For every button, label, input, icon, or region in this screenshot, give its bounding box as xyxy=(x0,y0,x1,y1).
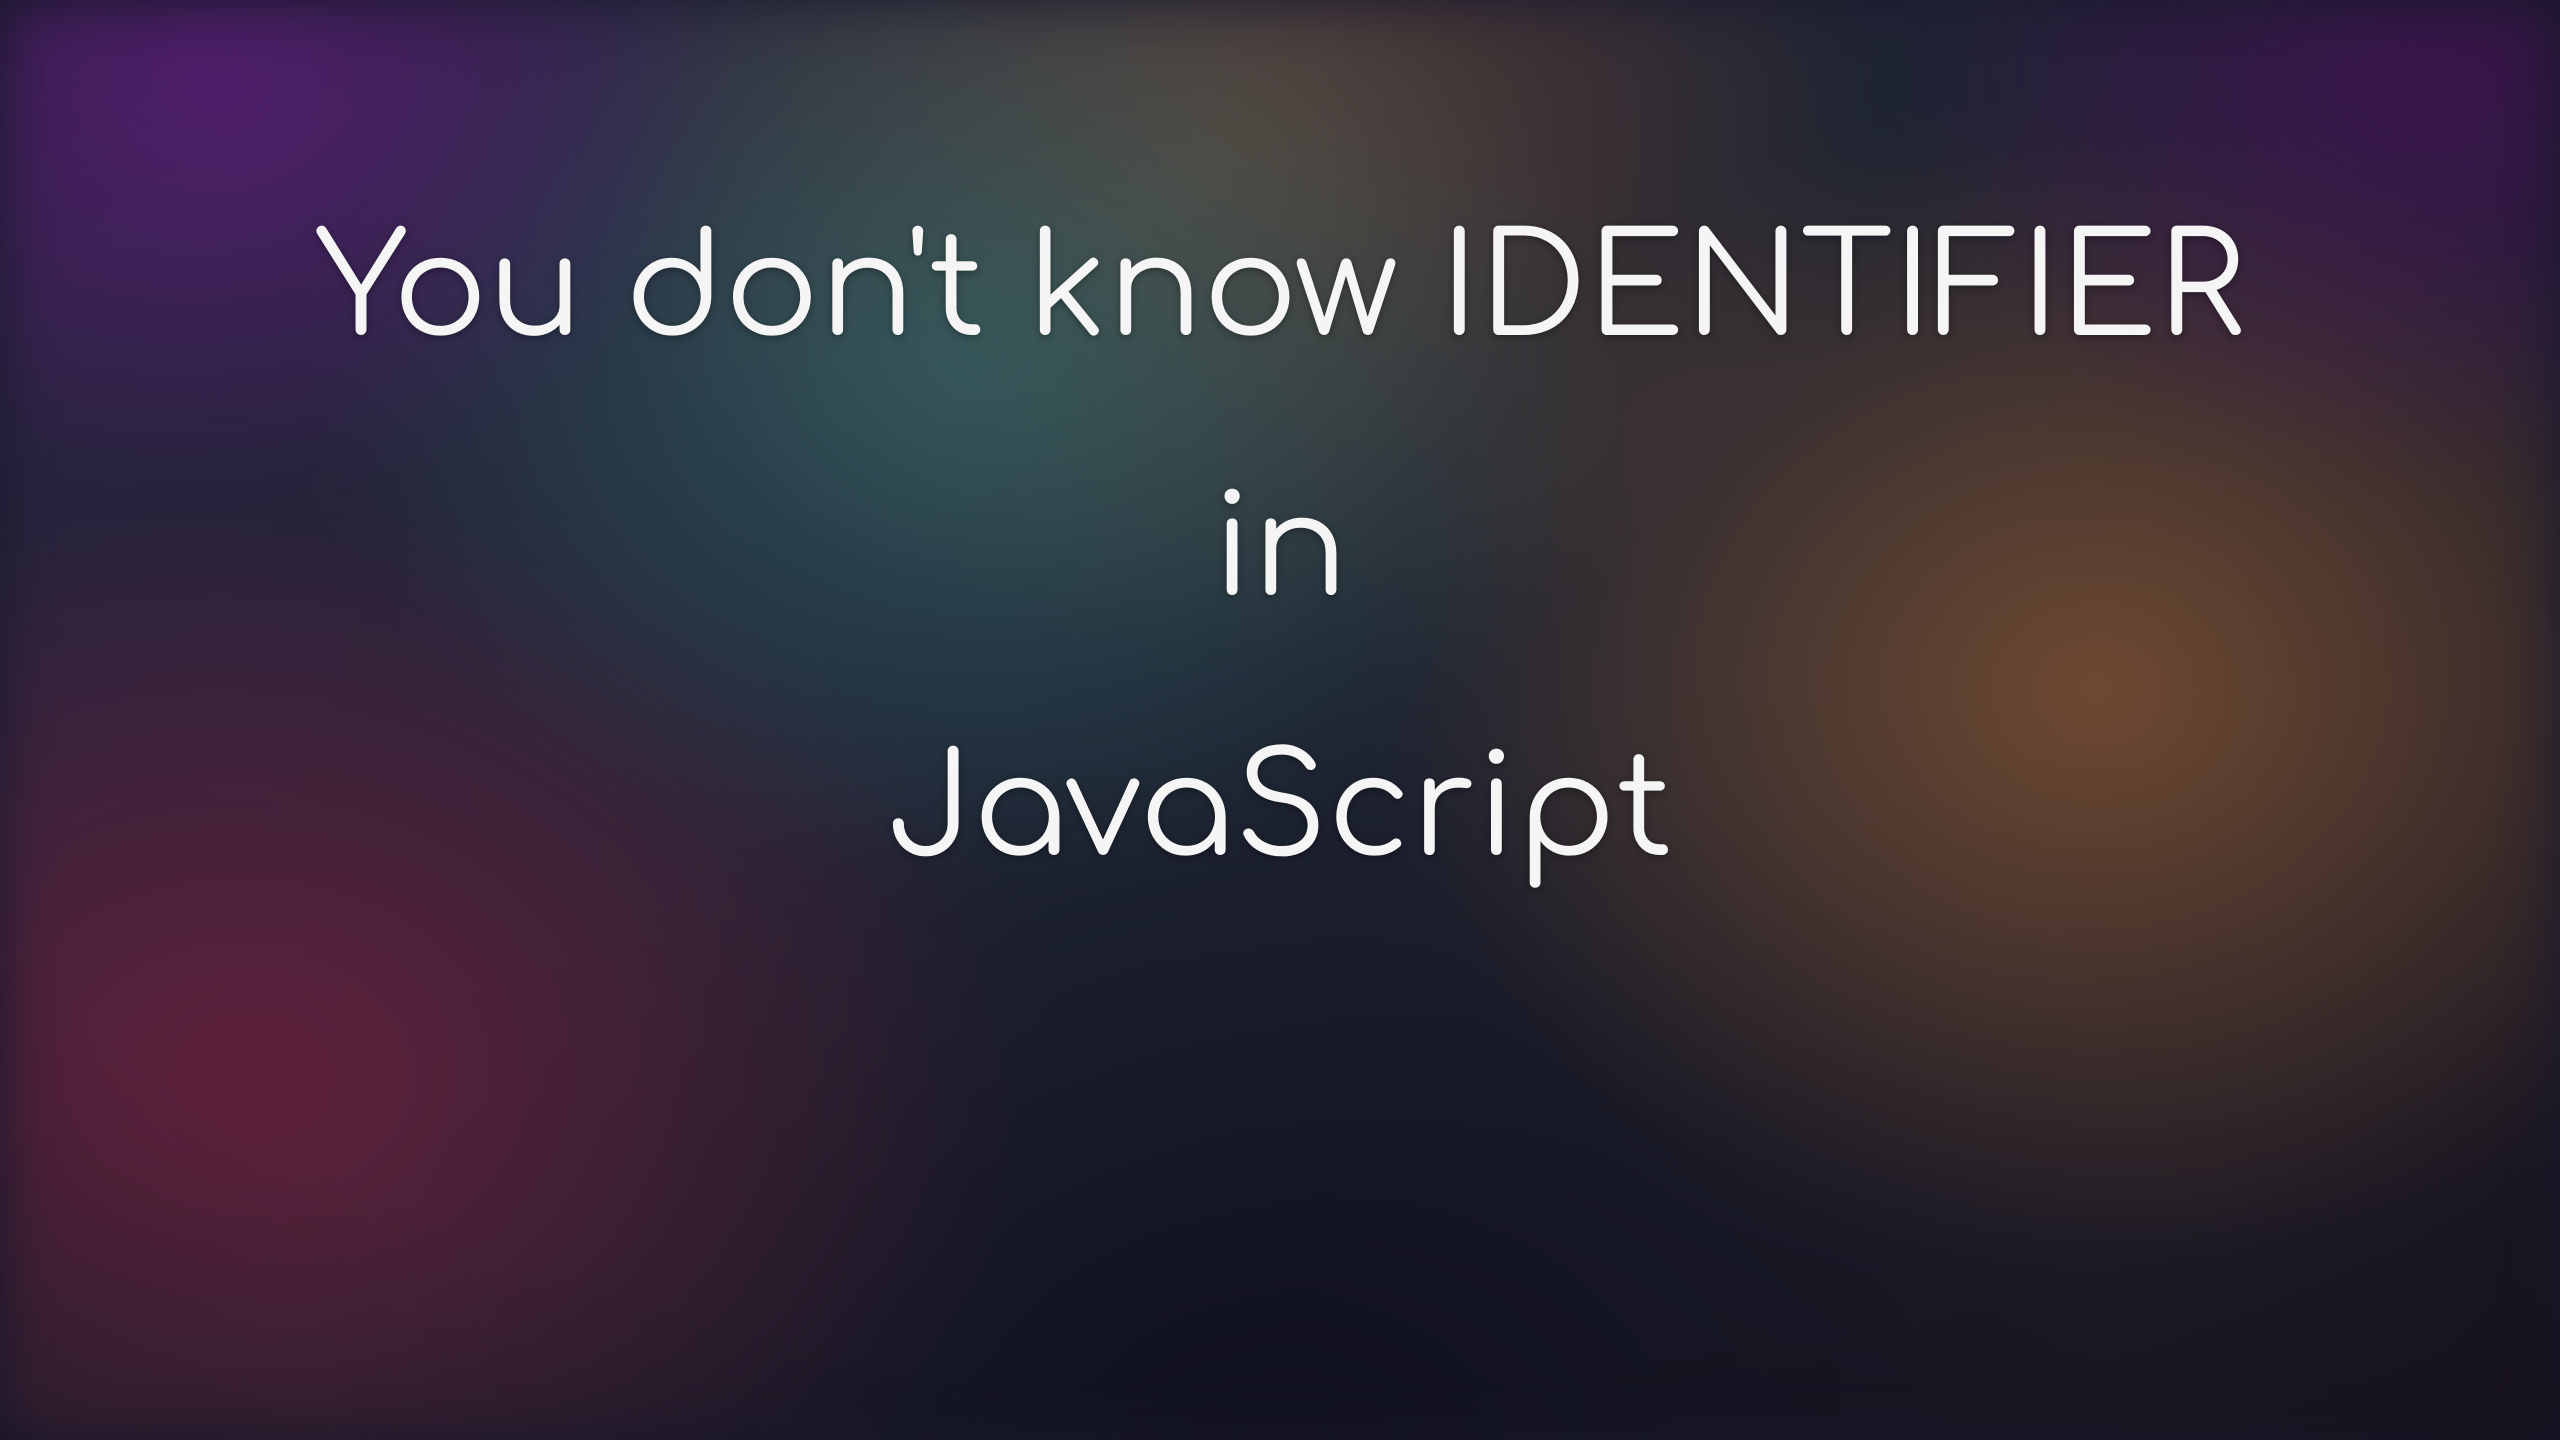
title-line-1: You don't know IDENTIFIER xyxy=(316,220,2245,360)
title-line-2: in xyxy=(1212,480,1348,620)
title-container: You don't know IDENTIFIER in JavaScript xyxy=(0,0,2560,1440)
title-line-3: JavaScript xyxy=(887,740,1674,880)
